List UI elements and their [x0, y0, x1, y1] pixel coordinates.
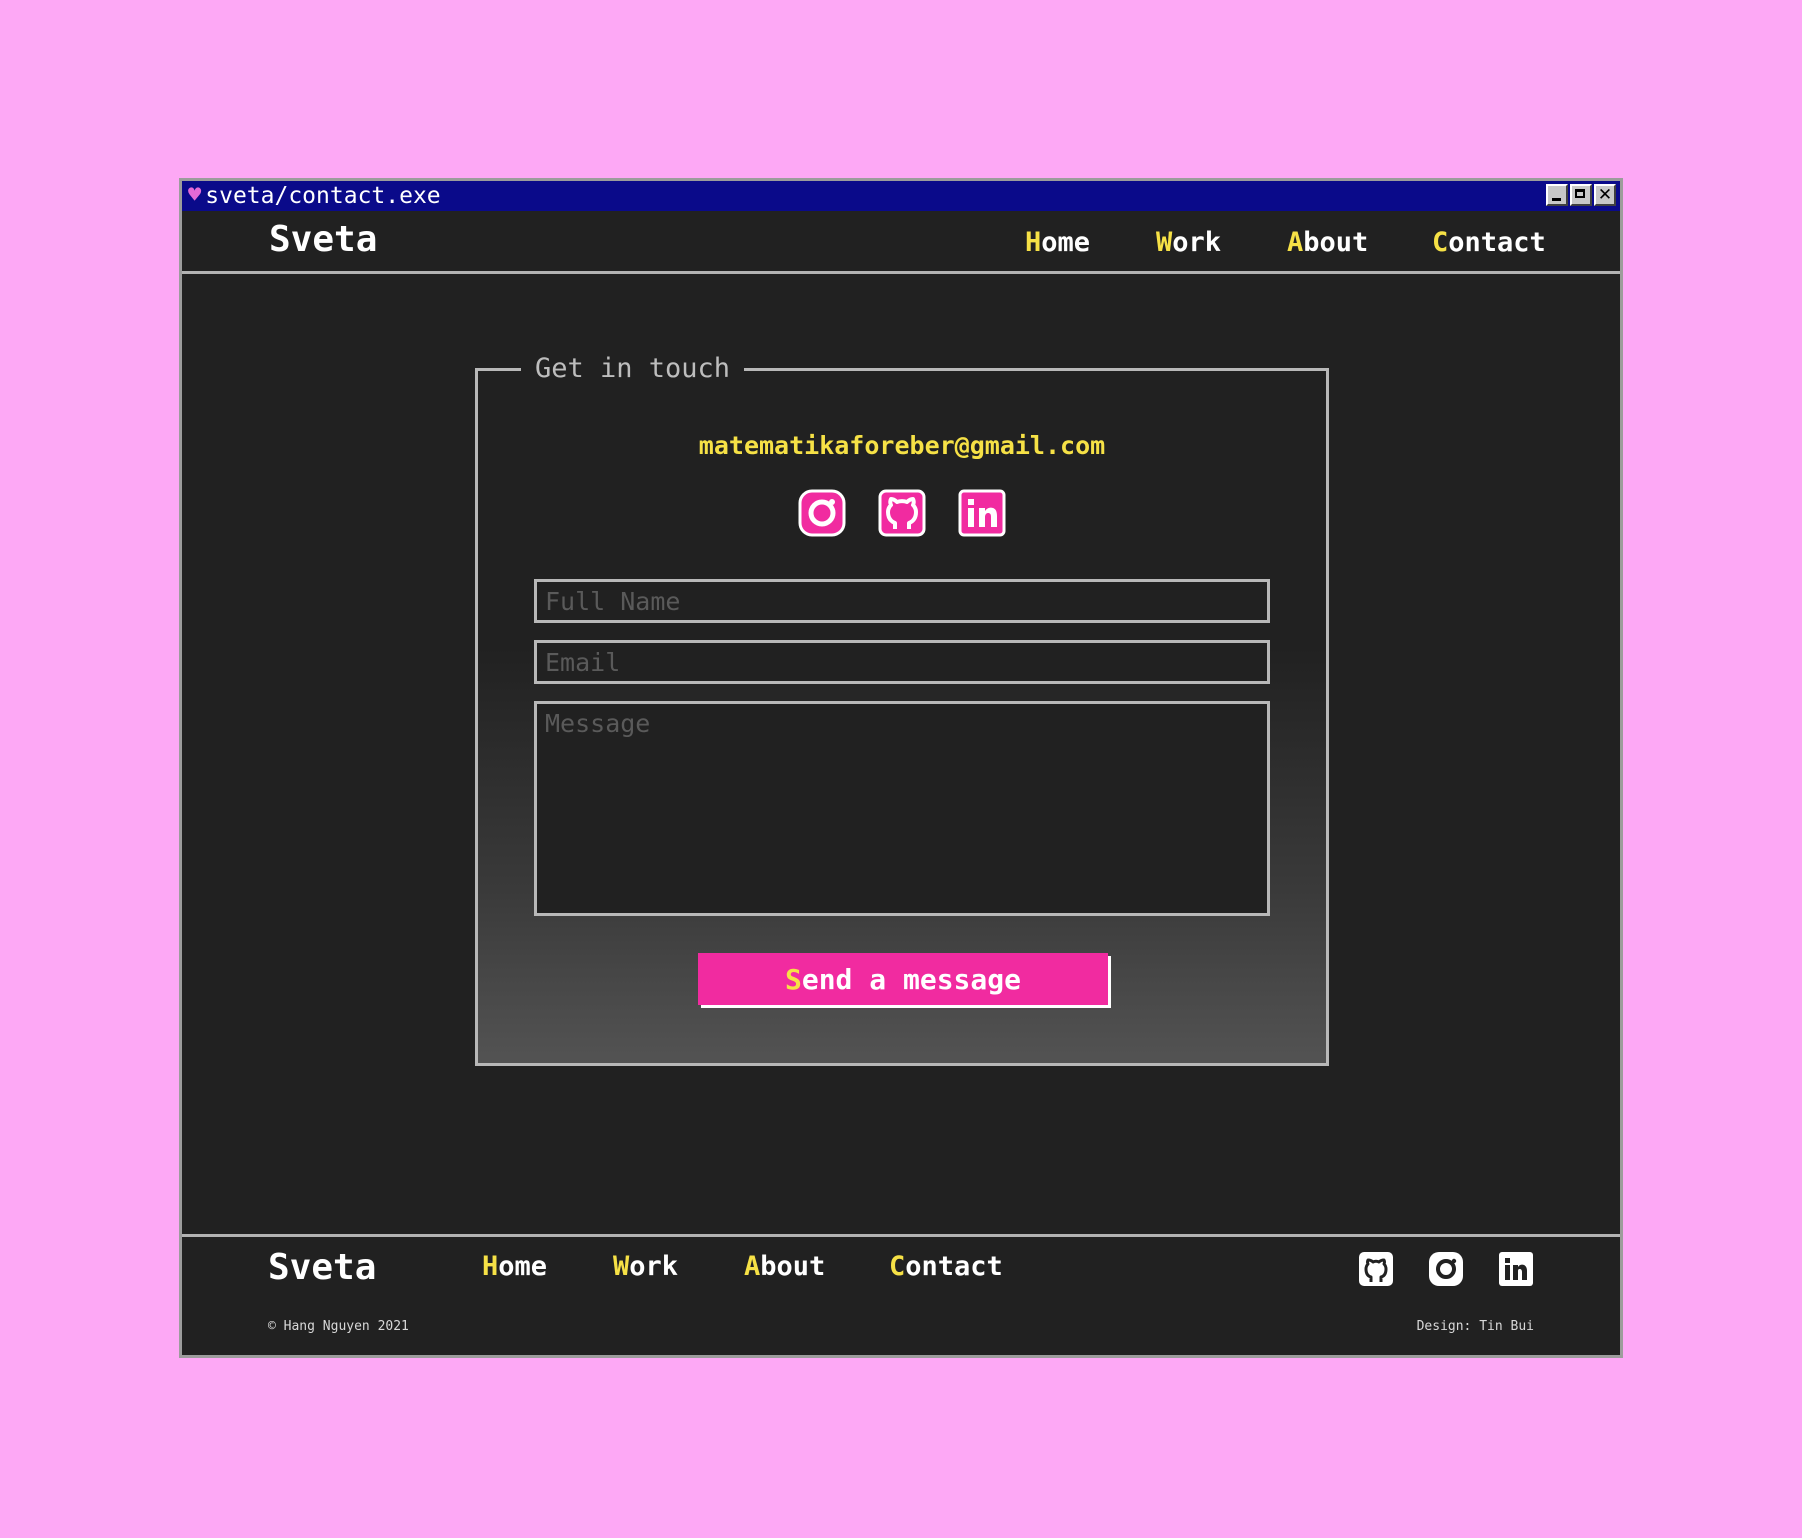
instagram-icon[interactable]	[798, 489, 846, 537]
linkedin-icon[interactable]	[1498, 1251, 1534, 1287]
nav-link-work[interactable]: Work	[1156, 227, 1221, 258]
contact-card: Get in touch matematikaforeber@gmail.com…	[475, 353, 1329, 1066]
footer-link-home[interactable]: Home	[482, 1251, 547, 1282]
send-button-label: end a message	[801, 962, 1021, 996]
message-textarea[interactable]	[534, 701, 1270, 916]
design-credit: Design: Tin Bui	[1416, 1319, 1534, 1334]
linkedin-icon[interactable]	[958, 489, 1006, 537]
send-button-initial: S	[784, 962, 802, 996]
window-controls: ✕	[1546, 184, 1616, 206]
nav-link-contact[interactable]: Contact	[1432, 227, 1546, 258]
app-window: ♥ sveta/contact.exe ✕ Sveta Home Work Ab…	[179, 178, 1623, 1358]
contact-email[interactable]: matematikaforeber@gmail.com	[478, 431, 1326, 460]
send-message-button[interactable]: Send a message	[698, 953, 1108, 1005]
copyright-text: © Hang Nguyen 2021	[268, 1319, 409, 1334]
title-bar[interactable]: ♥ sveta/contact.exe ✕	[182, 181, 1620, 211]
close-icon[interactable]: ✕	[1594, 184, 1616, 206]
footer-brand-logo[interactable]: Sveta	[268, 1247, 376, 1288]
instagram-icon[interactable]	[1428, 1251, 1464, 1287]
github-icon[interactable]	[878, 489, 926, 537]
github-icon[interactable]	[1358, 1251, 1394, 1287]
footer-link-about[interactable]: About	[744, 1251, 825, 1282]
window-title: sveta/contact.exe	[205, 183, 441, 209]
top-navigation: Sveta Home Work About Contact	[182, 211, 1620, 274]
maximize-icon[interactable]	[1570, 184, 1592, 206]
card-legend: Get in touch	[521, 353, 745, 384]
minimize-icon[interactable]	[1546, 184, 1568, 206]
brand-logo[interactable]: Sveta	[269, 219, 377, 260]
footer: Sveta Home Work About Contact © Hang Ngu…	[182, 1234, 1620, 1355]
heart-icon: ♥	[188, 183, 202, 208]
nav-link-about[interactable]: About	[1287, 227, 1368, 258]
full-name-input[interactable]	[534, 579, 1270, 623]
footer-link-work[interactable]: Work	[613, 1251, 678, 1282]
footer-link-contact[interactable]: Contact	[889, 1251, 1003, 1282]
email-input[interactable]	[534, 640, 1270, 684]
nav-link-home[interactable]: Home	[1025, 227, 1090, 258]
